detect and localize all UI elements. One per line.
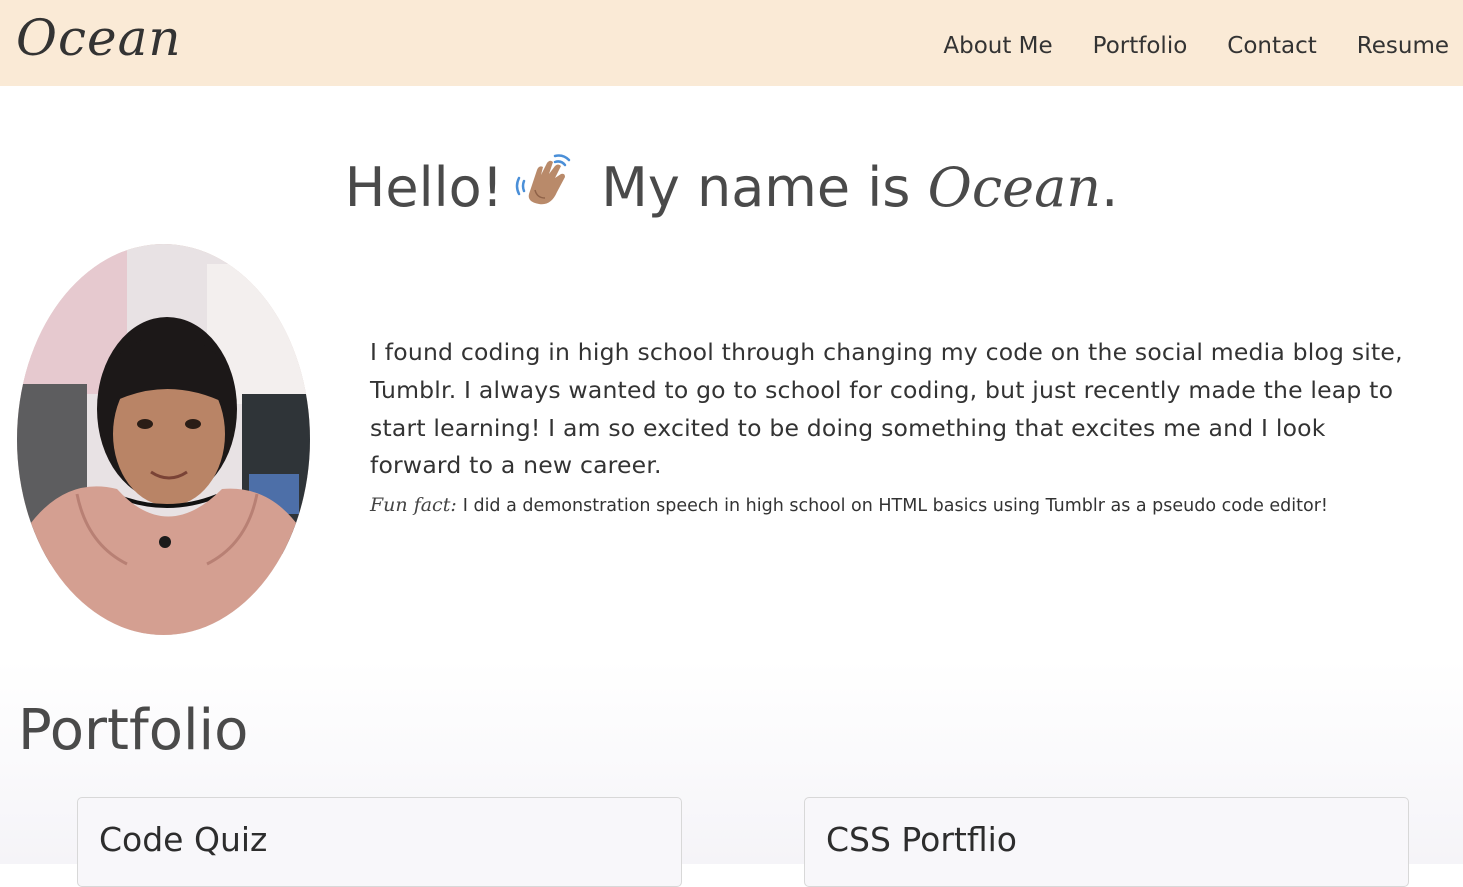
nav-link-contact[interactable]: Contact <box>1227 30 1316 62</box>
fun-fact-label: Fun fact: <box>370 494 457 516</box>
profile-photo <box>17 244 310 635</box>
nav-link-resume[interactable]: Resume <box>1357 30 1449 62</box>
greeting-text: Hello! <box>344 156 504 219</box>
card-title: CSS Portflio <box>826 820 1017 859</box>
waving-hand-icon <box>511 148 577 214</box>
portfolio-section: Portfolio Code Quiz CSS Portflio <box>0 660 1463 887</box>
brand-logo[interactable]: Ocean <box>16 2 182 74</box>
nav-links: About Me Portfolio Contact Resume <box>943 30 1449 62</box>
fun-fact: Fun fact: I did a demonstration speech in… <box>370 490 1430 521</box>
card-title: Code Quiz <box>99 820 268 859</box>
name-suffix: . <box>1101 156 1119 219</box>
navbar: Ocean About Me Portfolio Contact Resume <box>0 0 1463 86</box>
project-card-css-portfolio[interactable]: CSS Portflio <box>804 797 1409 887</box>
bio-paragraph: I found coding in high school through ch… <box>370 338 1403 480</box>
nav-link-about-me[interactable]: About Me <box>943 30 1052 62</box>
fun-fact-text: I did a demonstration speech in high sch… <box>462 496 1328 516</box>
portfolio-title: Portfolio <box>18 698 249 763</box>
greeting-heading: Hello! My name is Ocean. <box>0 148 1463 225</box>
nav-link-portfolio[interactable]: Portfolio <box>1093 30 1188 62</box>
name-script: Ocean <box>927 156 1102 219</box>
name-prefix: My name is <box>601 156 911 219</box>
project-card-code-quiz[interactable]: Code Quiz <box>77 797 682 887</box>
